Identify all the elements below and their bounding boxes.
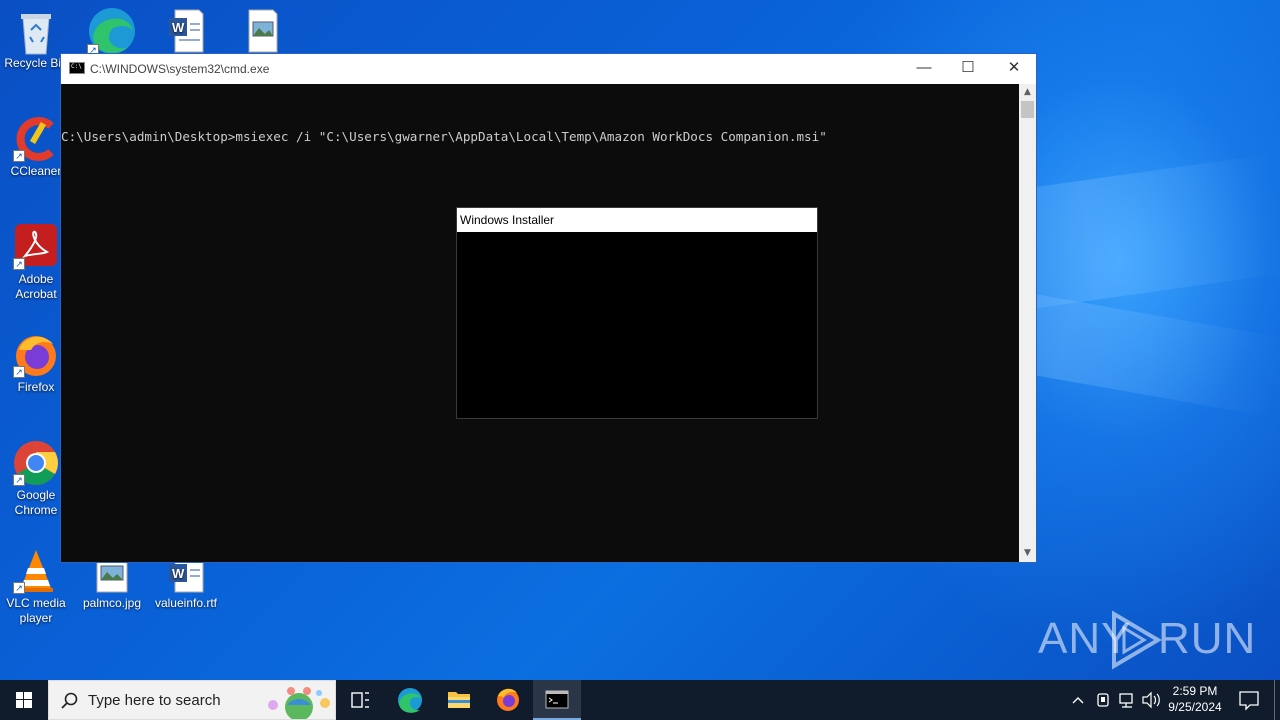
- shortcut-arrow-icon: ↗: [13, 150, 25, 162]
- shortcut-arrow-icon: ↗: [13, 258, 25, 270]
- chevron-up-icon: [1072, 697, 1084, 704]
- desktop-icon-valueinfo[interactable]: W valueinfo.rtf: [150, 556, 222, 611]
- search-icon: [61, 692, 78, 709]
- cmd-titlebar[interactable]: C:\WINDOWS\system32\cmd.exe — ☐ ✕: [61, 54, 1036, 84]
- desktop-icon-word-doc[interactable]: W: [150, 8, 222, 56]
- taskbar-clock[interactable]: 2:59 PM 9/25/2024: [1160, 680, 1230, 720]
- taskbar-file-explorer-button[interactable]: [435, 680, 483, 720]
- shortcut-arrow-icon: ↗: [13, 366, 25, 378]
- vlc-icon: ↗: [13, 548, 59, 594]
- desktop-icon-label: Firefox: [17, 380, 55, 394]
- edge-icon: [398, 688, 422, 713]
- clock-date: 9/25/2024: [1168, 700, 1222, 714]
- firefox-icon: ↗: [13, 332, 59, 378]
- clock-time: 2:59 PM: [1172, 684, 1218, 698]
- network-icon: [1119, 693, 1133, 708]
- desktop-icon-label: CCleaner: [10, 164, 62, 178]
- task-view-button[interactable]: [336, 680, 384, 720]
- chrome-icon: ↗: [13, 440, 59, 486]
- desktop-icon-label: Google Chrome: [14, 488, 58, 517]
- anyrun-watermark: ANY RUN: [1038, 608, 1255, 672]
- desktop-icon-label: Recycle Bin: [4, 56, 68, 70]
- minimize-button[interactable]: —: [901, 54, 947, 84]
- image-file-icon: [239, 8, 285, 54]
- desktop-icon-image-file[interactable]: [226, 8, 298, 56]
- console-command-line: C:\Users\admin\Desktop>msiexec /i "C:\Us…: [61, 129, 827, 144]
- edge-icon: ↗: [87, 6, 137, 56]
- tray-volume-button[interactable]: [1140, 680, 1162, 720]
- cmd-app-icon: [69, 62, 85, 74]
- taskbar: Type here to search 2:59 PM 9/25/2024: [0, 680, 1280, 720]
- windows-installer-dialog[interactable]: Windows Installer: [456, 207, 818, 419]
- search-highlight-graphic-icon: [268, 687, 330, 719]
- desktop-icon-label: palmco.jpg: [82, 596, 142, 610]
- tray-device-button[interactable]: [1092, 680, 1114, 720]
- shortcut-arrow-icon: ↗: [13, 474, 25, 486]
- tray-network-button[interactable]: [1116, 680, 1138, 720]
- desktop-icon-label: VLC media player: [6, 596, 66, 625]
- show-desktop-button[interactable]: [1274, 680, 1280, 720]
- task-view-icon: [351, 692, 369, 708]
- device-icon: [1097, 693, 1109, 707]
- play-logo-icon: [1112, 610, 1162, 670]
- start-button[interactable]: [0, 680, 48, 720]
- action-center-button[interactable]: [1232, 680, 1266, 720]
- vertical-scrollbar[interactable]: ▲ ▼: [1019, 84, 1036, 562]
- scroll-down-arrow-icon[interactable]: ▼: [1019, 545, 1036, 562]
- search-placeholder: Type here to search: [88, 692, 221, 709]
- shortcut-arrow-icon: ↗: [13, 582, 25, 594]
- scrollbar-thumb[interactable]: [1021, 101, 1034, 118]
- windows-logo-icon: [16, 692, 32, 708]
- show-hidden-icons-button[interactable]: [1068, 680, 1088, 720]
- cmd-icon: [545, 690, 569, 709]
- notification-icon: [1239, 691, 1259, 711]
- desktop-icon-edge[interactable]: ↗: [76, 6, 148, 58]
- taskbar-search-box[interactable]: Type here to search: [48, 680, 336, 720]
- recycle-bin-icon: [13, 8, 59, 55]
- volume-icon: [1142, 691, 1160, 709]
- svg-text:W: W: [172, 566, 185, 581]
- adobe-acrobat-icon: ↗: [13, 224, 59, 270]
- desktop-icon-label: Adobe Acrobat: [15, 272, 57, 301]
- desktop-icon-palmco[interactable]: palmco.jpg: [76, 556, 148, 611]
- desktop-icon-label: valueinfo.rtf: [154, 596, 218, 610]
- maximize-button[interactable]: ☐: [945, 54, 991, 84]
- word-document-icon: W: [163, 8, 209, 54]
- taskbar-firefox-button[interactable]: [484, 680, 532, 720]
- watermark-text-right: RUN: [1158, 614, 1257, 663]
- cmd-window-title: C:\WINDOWS\system32\cmd.exe: [90, 62, 270, 76]
- taskbar-edge-button[interactable]: [386, 680, 434, 720]
- firefox-icon: [497, 688, 519, 711]
- installer-dialog-title: Windows Installer: [457, 208, 817, 232]
- close-button[interactable]: ✕: [991, 54, 1037, 84]
- svg-text:W: W: [172, 20, 185, 35]
- folder-icon: [448, 692, 470, 708]
- taskbar-cmd-button[interactable]: [533, 680, 581, 720]
- scroll-up-arrow-icon[interactable]: ▲: [1019, 84, 1036, 101]
- ccleaner-icon: ↗: [13, 116, 59, 162]
